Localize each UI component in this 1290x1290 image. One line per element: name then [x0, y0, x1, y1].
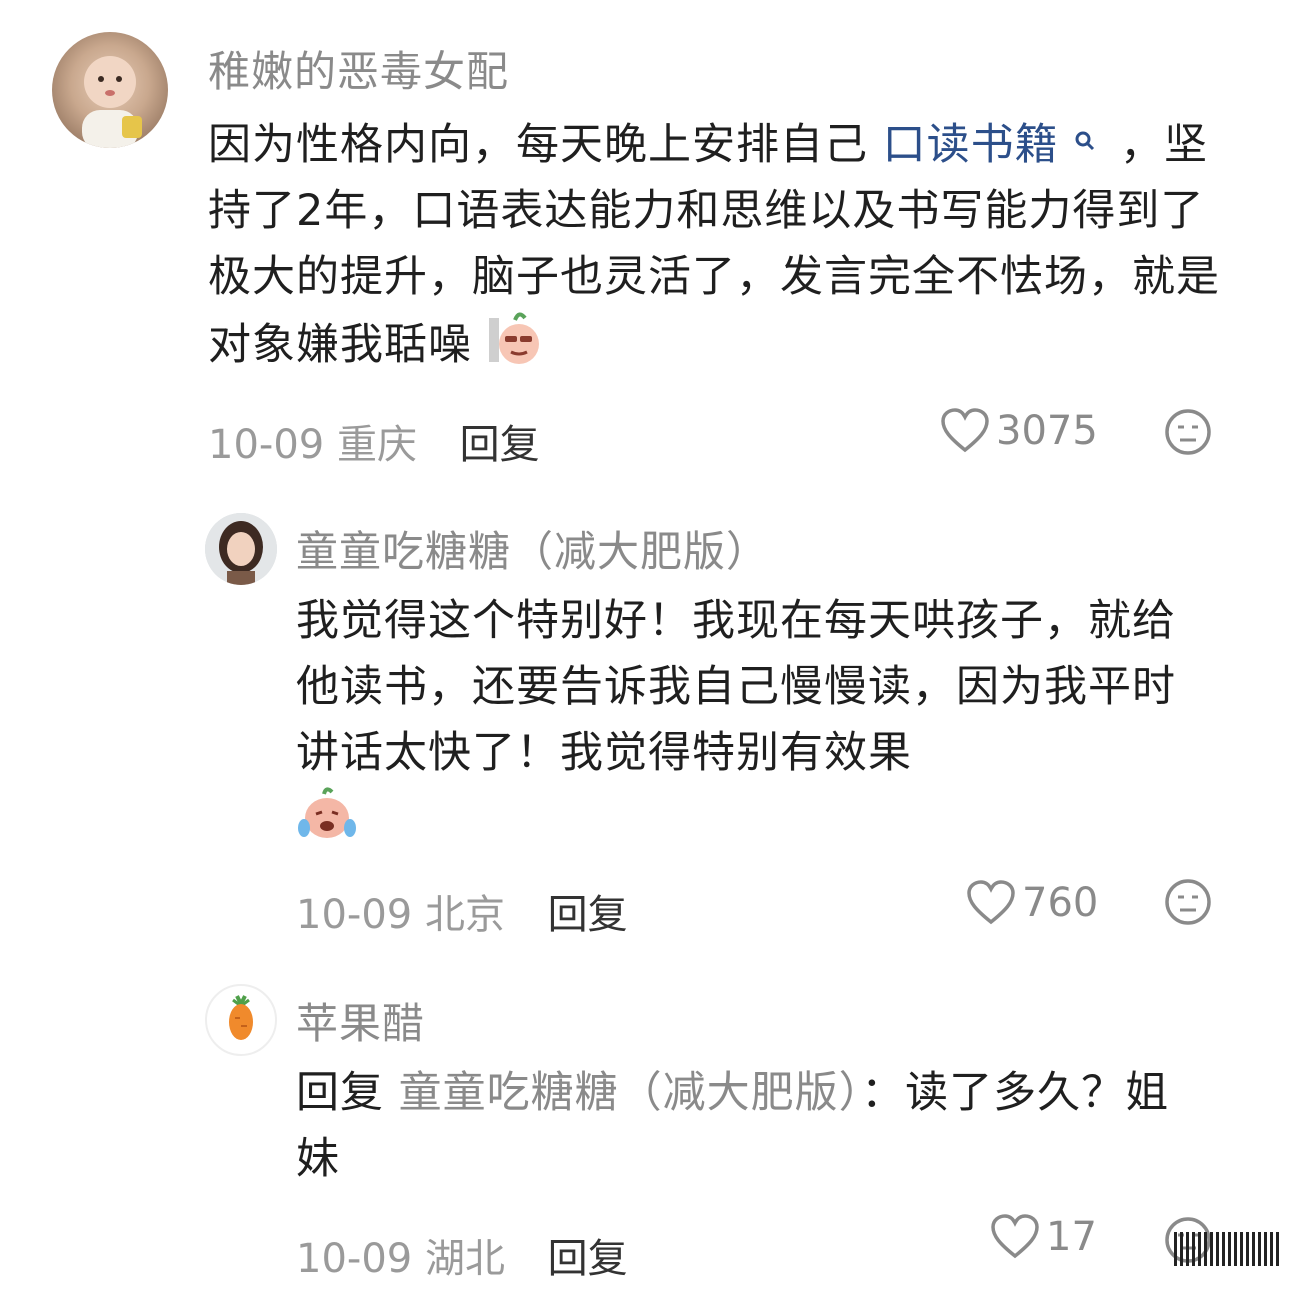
- smug-emoji-icon: [487, 310, 543, 385]
- reply-button[interactable]: 回复: [460, 422, 540, 468]
- user-avatar[interactable]: [205, 513, 277, 585]
- carrot-avatar-icon: [229, 995, 253, 1040]
- username[interactable]: 稚嫩的恶毒女配: [208, 38, 509, 99]
- baby-photo: [82, 56, 142, 148]
- username[interactable]: 童童吃糖糖（减大肥版）: [296, 518, 769, 579]
- comment-date: 10-09: [296, 892, 413, 938]
- comment-date: 10-09: [208, 422, 325, 468]
- comment-location: 湖北: [424, 1236, 505, 1282]
- like-count: 17: [1046, 1214, 1097, 1260]
- comment-text: 因为性格内向，每天晚上安排自己 口读书籍 ，坚持了2年，口语表达能力和思维以及书…: [208, 112, 1238, 385]
- like-button[interactable]: 3075: [940, 408, 1098, 454]
- comment-text-part: 因为性格内向，每天晚上安排自己: [208, 120, 868, 170]
- comment-meta: 10-09 北京 回复: [296, 882, 628, 940]
- reply-button[interactable]: 回复: [548, 1236, 628, 1282]
- comment-location: 北京: [424, 892, 505, 938]
- search-icon[interactable]: [1073, 112, 1097, 178]
- like-count: 760: [1022, 880, 1099, 926]
- comment-date: 10-09: [296, 1236, 413, 1282]
- neutral-face-icon[interactable]: [1164, 408, 1212, 460]
- reply-prefix: 回复: [296, 1068, 384, 1118]
- neutral-face-icon[interactable]: [1164, 878, 1212, 930]
- reply-button[interactable]: 回复: [548, 892, 628, 938]
- user-avatar[interactable]: [205, 984, 277, 1056]
- comment-text-part: 我觉得这个特别好！我现在每天哄孩子，就给他读书，还要告诉我自己慢慢读，因为我平时…: [296, 596, 1176, 778]
- comment-text: 回复 童童吃糖糖（减大肥版）：读了多久？姐妹: [296, 1060, 1196, 1192]
- comment-text: 我觉得这个特别好！我现在每天哄孩子，就给他读书，还要告诉我自己慢慢读，因为我平时…: [296, 588, 1216, 861]
- like-button[interactable]: 17: [990, 1214, 1097, 1260]
- like-button[interactable]: 760: [966, 880, 1098, 926]
- heart-outline-icon: [941, 408, 989, 453]
- comment-meta: 10-09 湖北 回复: [296, 1226, 628, 1284]
- heart-outline-icon: [991, 1214, 1039, 1259]
- user-avatar[interactable]: [52, 32, 168, 148]
- crying-emoji-icon: [296, 786, 358, 861]
- comment-meta: 10-09 重庆 回复: [208, 412, 540, 470]
- like-count: 3075: [996, 408, 1098, 454]
- username[interactable]: 苹果醋: [296, 990, 425, 1051]
- reply-target-username[interactable]: 童童吃糖糖（减大肥版）: [399, 1068, 862, 1118]
- heart-outline-icon: [967, 880, 1015, 925]
- comment-location: 重庆: [336, 422, 417, 468]
- illustrated-girl-avatar: [205, 513, 277, 585]
- search-link[interactable]: 口读书籍: [883, 120, 1059, 170]
- watermark-logo: [1172, 1228, 1282, 1272]
